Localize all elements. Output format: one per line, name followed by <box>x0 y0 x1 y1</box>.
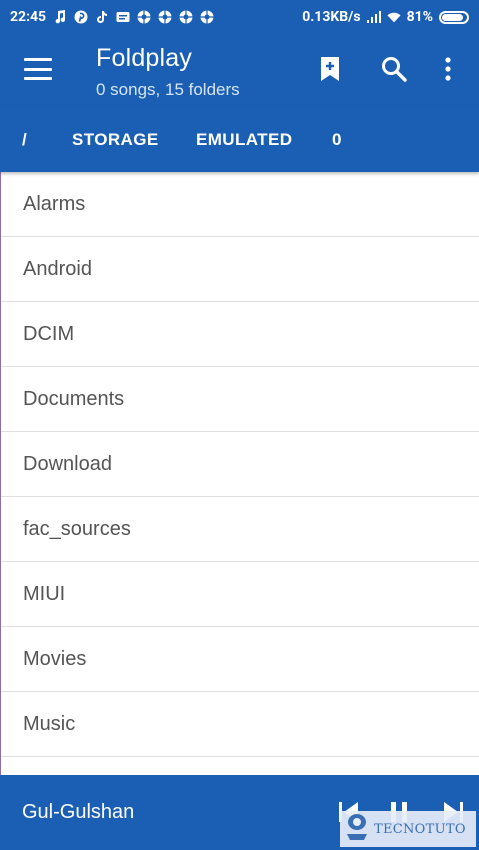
folder-item-documents[interactable]: Documents <box>1 367 479 432</box>
folder-list: Alarms Android DCIM Documents Download f… <box>0 172 479 775</box>
tiktok-icon <box>95 10 109 24</box>
signal-icon <box>366 10 381 24</box>
folder-item-alarms[interactable]: Alarms <box>1 172 479 237</box>
folder-item-download[interactable]: Download <box>1 432 479 497</box>
folder-item-miui[interactable]: MIUI <box>1 562 479 627</box>
breadcrumb: / STORAGE EMULATED 0 <box>0 106 479 172</box>
breadcrumb-zero[interactable]: 0 <box>332 130 342 150</box>
battery-percent: 81% <box>406 9 433 25</box>
pinterest-icon <box>74 10 88 24</box>
watermark: TECNOTUTO <box>340 811 476 847</box>
search-icon[interactable] <box>380 54 408 84</box>
breadcrumb-storage[interactable]: STORAGE <box>72 130 159 150</box>
aperture-icon <box>179 10 193 24</box>
network-speed: 0.13KB/s <box>302 9 361 25</box>
app-subtitle: 0 songs, 15 folders <box>96 80 240 99</box>
wifi-icon <box>387 10 401 24</box>
status-time: 22:45 <box>10 9 47 25</box>
folder-item-dcim[interactable]: DCIM <box>1 302 479 367</box>
watermark-logo-icon <box>344 812 370 846</box>
status-bar: 22:45 0.13KB/s 81% <box>0 0 479 34</box>
folder-item-movies[interactable]: Movies <box>1 627 479 692</box>
folder-item-android[interactable]: Android <box>1 237 479 302</box>
breadcrumb-root[interactable]: / <box>22 130 27 150</box>
breadcrumb-emulated[interactable]: EMULATED <box>196 130 292 150</box>
more-vert-icon[interactable] <box>434 54 462 84</box>
aperture-icon <box>200 10 214 24</box>
music-note-icon <box>53 10 67 24</box>
aperture-icon <box>158 10 172 24</box>
app-title: Foldplay <box>96 44 193 72</box>
folder-item-music[interactable]: Music <box>1 692 479 757</box>
now-playing-bar[interactable]: Gul-Gulshan TECNOTUTO <box>0 775 479 850</box>
watermark-text: TECNOTUTO <box>374 821 466 837</box>
folder-item-fac-sources[interactable]: fac_sources <box>1 497 479 562</box>
notification-app-icon <box>116 10 130 24</box>
battery-icon <box>439 10 469 24</box>
bookmark-add-icon[interactable] <box>316 54 344 84</box>
aperture-icon <box>137 10 151 24</box>
now-playing-title[interactable]: Gul-Gulshan <box>22 801 134 824</box>
hamburger-menu-icon[interactable] <box>24 58 52 80</box>
app-bar: Foldplay 0 songs, 15 folders <box>0 34 479 106</box>
